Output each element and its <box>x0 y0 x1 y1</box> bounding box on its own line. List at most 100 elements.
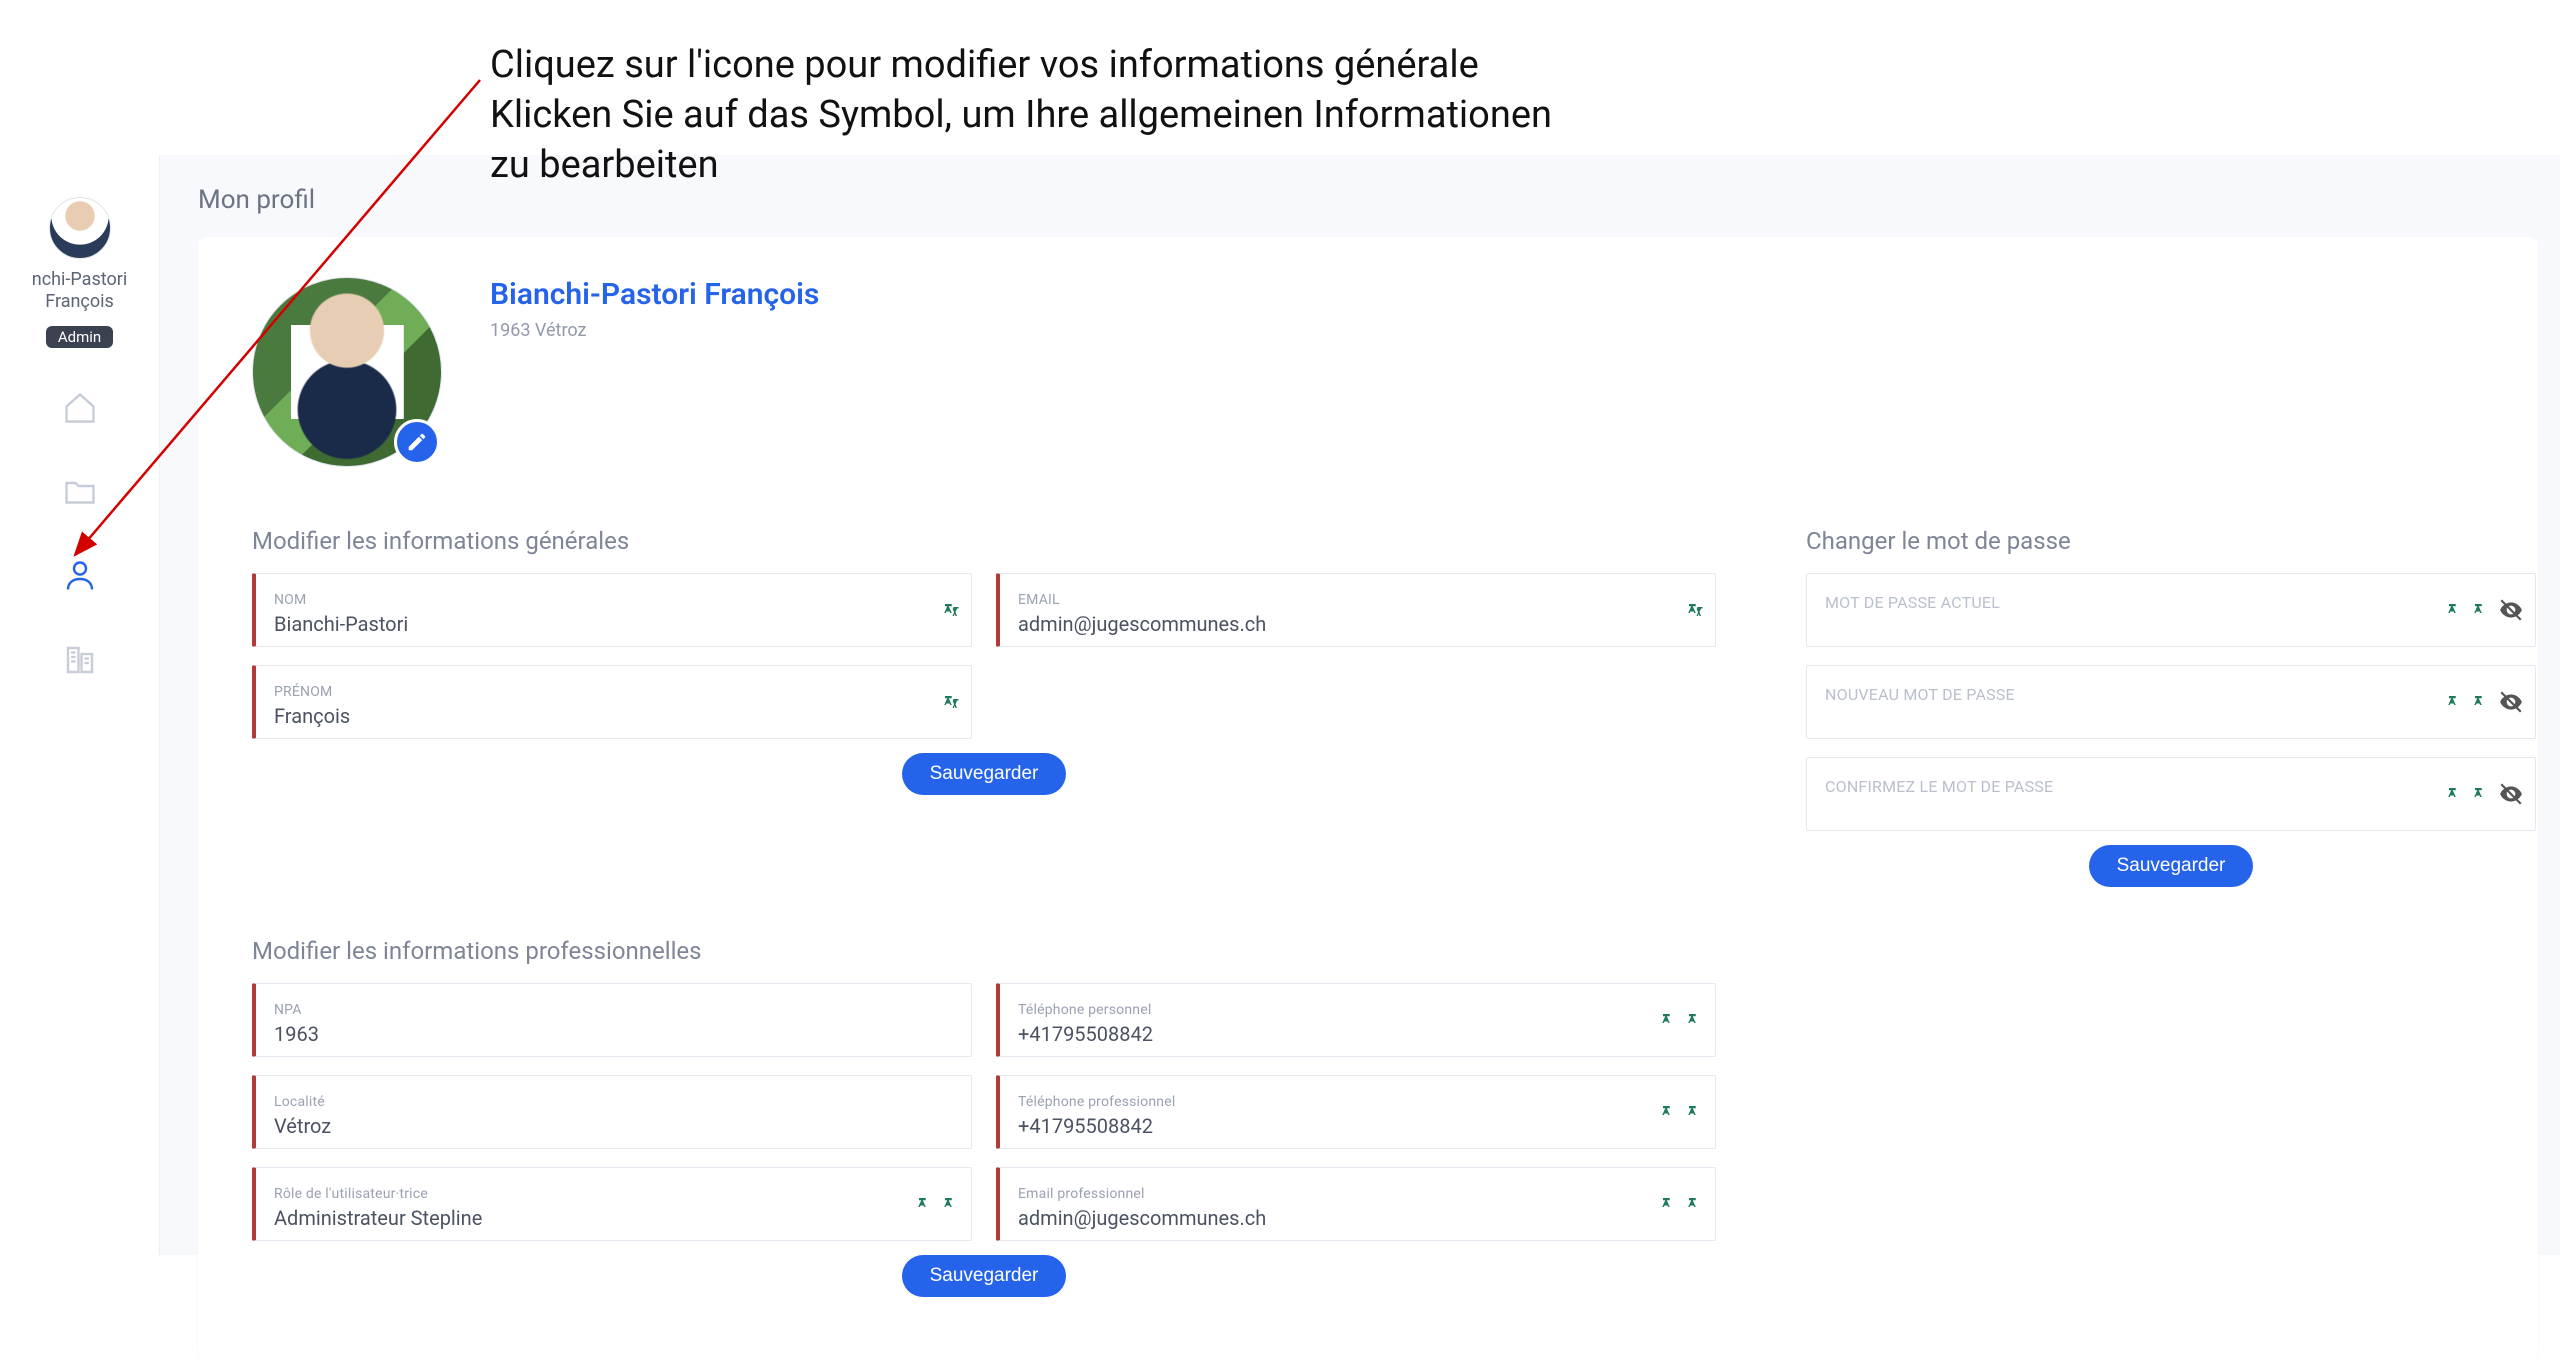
field-localite-label: Localité <box>274 1094 907 1110</box>
field-tel-perso-value: +41795508842 <box>1018 1022 1651 1046</box>
save-password-button[interactable]: Sauvegarder <box>2089 845 2254 887</box>
field-icons <box>1685 600 1705 620</box>
save-general-button[interactable]: Sauvegarder <box>902 753 1067 795</box>
translate-icon[interactable] <box>941 1194 961 1214</box>
section-password-title: Changer le mot de passe <box>1806 527 2536 555</box>
field-confirm-password-value <box>1825 800 2471 820</box>
field-prenom-label: PRÉNOM <box>274 684 907 700</box>
translate-icon[interactable] <box>1685 1194 1705 1214</box>
field-npa-label: NPA <box>274 1002 907 1018</box>
profile-icon[interactable] <box>60 556 100 596</box>
field-npa[interactable]: NPA 1963 <box>252 983 972 1057</box>
main-page: Mon profil Bianchi-Pastori François 1963… <box>160 155 2560 1255</box>
field-tel-pro-label: Téléphone professionnel <box>1018 1094 1651 1110</box>
sections-row-top: Modifier les informations générales NOM … <box>252 527 2484 887</box>
translate-icon[interactable] <box>2445 692 2465 712</box>
field-role[interactable]: Rôle de l'utilisateur·trice Administrate… <box>252 1167 972 1241</box>
field-prenom[interactable]: PRÉNOM François <box>252 665 972 739</box>
translate-icon[interactable] <box>915 1194 935 1214</box>
field-nom[interactable]: NOM Bianchi-Pastori <box>252 573 972 647</box>
home-icon[interactable] <box>60 388 100 428</box>
field-current-password-label: MOT DE PASSE ACTUEL <box>1825 593 2471 612</box>
translate-icon[interactable] <box>941 692 961 712</box>
section-password: Changer le mot de passe MOT DE PASSE ACT… <box>1806 527 2536 887</box>
field-current-password[interactable]: MOT DE PASSE ACTUEL <box>1806 573 2536 647</box>
field-nom-value: Bianchi-Pastori <box>274 612 907 636</box>
field-email-pro[interactable]: Email professionnel admin@jugescommunes.… <box>996 1167 1716 1241</box>
professional-save-row: Sauvegarder <box>252 1241 1716 1297</box>
section-general-title: Modifier les informations générales <box>252 527 1716 555</box>
translate-icon[interactable] <box>1685 600 1705 620</box>
translate-icon[interactable] <box>1685 1010 1705 1030</box>
field-npa-value: 1963 <box>274 1022 907 1046</box>
section-professional: Modifier les informations professionnell… <box>252 937 1716 1297</box>
eye-off-icon[interactable] <box>2497 596 2525 624</box>
field-new-password[interactable]: NOUVEAU MOT DE PASSE <box>1806 665 2536 739</box>
field-localite-value: Vétroz <box>274 1114 907 1138</box>
field-icons <box>1659 1102 1705 1122</box>
field-email-value: admin@jugescommunes.ch <box>1018 612 1651 636</box>
translate-icon[interactable] <box>1685 1102 1705 1122</box>
field-confirm-password-label: CONFIRMEZ LE MOT DE PASSE <box>1825 777 2471 796</box>
sidebar-nav <box>60 388 100 680</box>
field-localite[interactable]: Localité Vétroz <box>252 1075 972 1149</box>
section-professional-title: Modifier les informations professionnell… <box>252 937 1716 965</box>
profile-display-name: Bianchi-Pastori François <box>490 277 819 312</box>
field-new-password-value <box>1825 708 2471 728</box>
field-tel-pro[interactable]: Téléphone professionnel +41795508842 <box>996 1075 1716 1149</box>
annotation-overlay: Cliquez sur l'icone pour modifier vos in… <box>490 40 1552 190</box>
translate-icon[interactable] <box>2471 600 2491 620</box>
annotation-line1: Cliquez sur l'icone pour modifier vos in… <box>490 40 1552 90</box>
field-role-label: Rôle de l'utilisateur·trice <box>274 1186 907 1202</box>
profile-subtitle: 1963 Vétroz <box>490 320 819 341</box>
field-confirm-password[interactable]: CONFIRMEZ LE MOT DE PASSE <box>1806 757 2536 831</box>
sidebar: nchi-Pastori François Admin <box>0 155 160 1255</box>
field-nom-label: NOM <box>274 592 907 608</box>
building-icon[interactable] <box>60 640 100 680</box>
professional-fields: NPA 1963 Téléphone personnel +4179550884… <box>252 983 1716 1241</box>
field-email-label: EMAIL <box>1018 592 1651 608</box>
eye-off-icon[interactable] <box>2497 780 2525 808</box>
translate-icon[interactable] <box>2471 692 2491 712</box>
annotation-line3: zu bearbeiten <box>490 140 1552 190</box>
sidebar-user-name: nchi-Pastori François <box>0 269 159 312</box>
sidebar-avatar[interactable] <box>49 197 111 259</box>
field-email[interactable]: EMAIL admin@jugescommunes.ch <box>996 573 1716 647</box>
pencil-icon <box>406 431 428 453</box>
password-save-row: Sauvegarder <box>1806 831 2536 887</box>
folder-icon[interactable] <box>60 472 100 512</box>
field-icons <box>2445 688 2525 716</box>
section-general: Modifier les informations générales NOM … <box>252 527 1716 795</box>
sidebar-role-badge: Admin <box>46 326 113 348</box>
field-icons <box>1659 1194 1705 1214</box>
save-professional-button[interactable]: Sauvegarder <box>902 1255 1067 1297</box>
general-save-row: Sauvegarder <box>252 739 1716 795</box>
password-fields: MOT DE PASSE ACTUEL NOUVEAU MOT DE PASSE <box>1806 573 2536 831</box>
profile-title-block: Bianchi-Pastori François 1963 Vétroz <box>490 277 819 341</box>
field-icons <box>941 692 961 712</box>
edit-avatar-button[interactable] <box>394 419 440 465</box>
field-icons <box>941 600 961 620</box>
translate-icon[interactable] <box>941 600 961 620</box>
translate-icon[interactable] <box>2471 784 2491 804</box>
field-icons <box>1659 1010 1705 1030</box>
field-prenom-value: François <box>274 704 907 728</box>
field-email-pro-value: admin@jugescommunes.ch <box>1018 1206 1651 1230</box>
field-email-pro-label: Email professionnel <box>1018 1186 1651 1202</box>
avatar-wrapper <box>252 277 442 467</box>
field-tel-perso-label: Téléphone personnel <box>1018 1002 1651 1018</box>
field-icons <box>2445 780 2525 808</box>
translate-icon[interactable] <box>1659 1102 1679 1122</box>
field-tel-pro-value: +41795508842 <box>1018 1114 1651 1138</box>
translate-icon[interactable] <box>1659 1194 1679 1214</box>
profile-card: Bianchi-Pastori François 1963 Vétroz Mod… <box>198 237 2538 1357</box>
translate-icon[interactable] <box>2445 600 2465 620</box>
field-icons <box>2445 596 2525 624</box>
field-tel-perso[interactable]: Téléphone personnel +41795508842 <box>996 983 1716 1057</box>
translate-icon[interactable] <box>1659 1010 1679 1030</box>
field-current-password-value <box>1825 616 2471 636</box>
eye-off-icon[interactable] <box>2497 688 2525 716</box>
field-role-value: Administrateur Stepline <box>274 1206 907 1230</box>
field-icons <box>915 1194 961 1214</box>
translate-icon[interactable] <box>2445 784 2465 804</box>
